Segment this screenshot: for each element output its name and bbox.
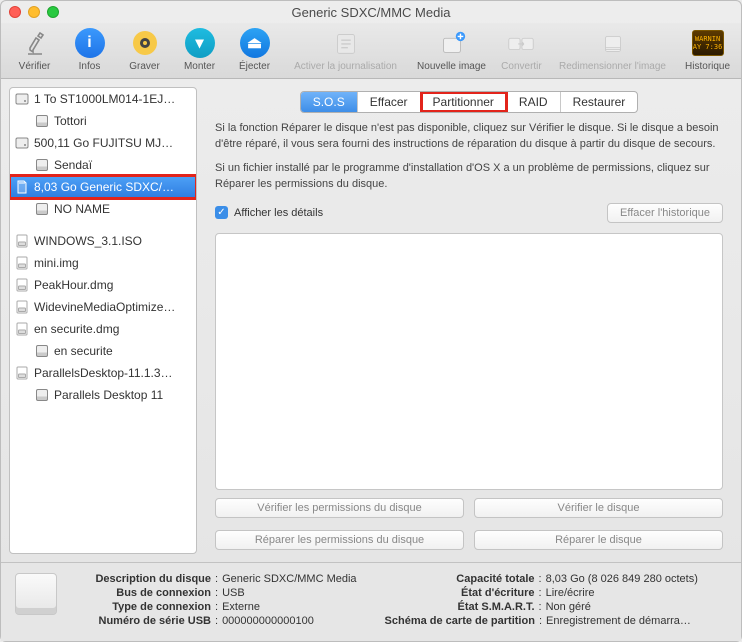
verify-disk-button: Vérifier le disque	[474, 498, 723, 518]
window-title: Generic SDXC/MMC Media	[1, 5, 741, 20]
tab-erase[interactable]: Effacer	[358, 92, 421, 112]
dmg-icon	[14, 321, 30, 337]
dmg-icon	[14, 365, 30, 381]
log-textarea[interactable]	[215, 233, 723, 490]
dmg-icon	[14, 233, 30, 249]
burn-toolbar-button[interactable]: Graver	[119, 27, 170, 72]
vol-icon	[34, 343, 50, 359]
resize-icon	[597, 27, 629, 59]
clear-history-button: Effacer l'historique	[607, 203, 723, 223]
sidebar-item-label: en securite	[54, 344, 113, 358]
mount-icon: ▾	[185, 28, 215, 58]
sidebar-item-label: PeakHour.dmg	[34, 278, 113, 292]
hdd-icon	[14, 135, 30, 151]
eject-toolbar-button[interactable]: ⏏ Éjecter	[229, 27, 280, 72]
tab-bar: S.O.S Effacer Partitionner RAID Restaure…	[205, 91, 733, 113]
dmg-icon	[14, 255, 30, 271]
sidebar-item[interactable]: WINDOWS_3.1.ISO	[10, 230, 196, 252]
tab-sos[interactable]: S.O.S	[301, 92, 358, 112]
microscope-icon	[19, 27, 51, 59]
vol-icon	[34, 113, 50, 129]
sidebar-item-label: ParallelsDesktop-11.1.3…	[34, 366, 173, 380]
sidebar-item[interactable]: mini.img	[10, 252, 196, 274]
sidebar-item[interactable]: 1 To ST1000LM014-1EJ…	[10, 88, 196, 110]
sidebar[interactable]: 1 To ST1000LM014-1EJ… Tottori 500,11 Go FU…	[9, 87, 197, 554]
sidebar-item-label: mini.img	[34, 256, 79, 270]
sidebar-item[interactable]: Parallels Desktop 11	[10, 384, 196, 406]
sidebar-item[interactable]: Tottori	[10, 110, 196, 132]
history-icon: WARNINAY 7:36	[692, 30, 724, 56]
toolbar: Vérifier i Infos Graver ▾ Monter ⏏ Éject…	[1, 23, 741, 79]
sidebar-item-label: 8,03 Go Generic SDXC/…	[34, 180, 174, 194]
info-toolbar-button[interactable]: i Infos	[64, 27, 115, 72]
convert-icon	[505, 27, 537, 59]
titlebar: Generic SDXC/MMC Media	[1, 1, 741, 23]
tab-raid[interactable]: RAID	[507, 92, 561, 112]
verify-permissions-button: Vérifier les permissions du disque	[215, 498, 464, 518]
vol-icon	[34, 201, 50, 217]
new-image-icon	[436, 27, 468, 59]
sidebar-item-label: en securite.dmg	[34, 322, 119, 336]
new-image-toolbar-button[interactable]: Nouvelle image	[411, 27, 492, 72]
hdd-icon	[14, 91, 30, 107]
sidebar-item-label: NO NAME	[54, 202, 110, 216]
vol-icon	[34, 387, 50, 403]
sidebar-item[interactable]: PeakHour.dmg	[10, 274, 196, 296]
sidebar-item[interactable]: WidevineMediaOptimize…	[10, 296, 196, 318]
sd-icon	[14, 179, 30, 195]
sidebar-item-label: Parallels Desktop 11	[54, 388, 163, 402]
sidebar-item-label: WINDOWS_3.1.ISO	[34, 234, 142, 248]
show-details-label: Afficher les détails	[234, 207, 323, 219]
footer: Description du disque:Generic SDXC/MMC M…	[1, 562, 741, 641]
journal-icon	[330, 27, 362, 59]
drive-icon	[15, 573, 57, 615]
mount-toolbar-button[interactable]: ▾ Monter	[174, 27, 225, 72]
history-toolbar-button[interactable]: WARNINAY 7:36 Historique	[682, 27, 733, 72]
main-pane: S.O.S Effacer Partitionner RAID Restaure…	[205, 87, 733, 554]
sidebar-item[interactable]: NO NAME	[10, 198, 196, 220]
dmg-icon	[14, 299, 30, 315]
show-details-checkbox[interactable]: ✓	[215, 206, 228, 219]
sidebar-item[interactable]: 8,03 Go Generic SDXC/…	[10, 176, 196, 198]
help-text-2: Si un fichier installé par le programme …	[205, 161, 733, 193]
sidebar-item[interactable]: en securite	[10, 340, 196, 362]
repair-permissions-button: Réparer les permissions du disque	[215, 530, 464, 550]
sidebar-item-label: Tottori	[54, 114, 87, 128]
sidebar-item[interactable]: en securite.dmg	[10, 318, 196, 340]
repair-disk-button: Réparer le disque	[474, 530, 723, 550]
burn-icon	[129, 27, 161, 59]
sidebar-item[interactable]: 500,11 Go FUJITSU MJ…	[10, 132, 196, 154]
sidebar-item-label: Sendaï	[54, 158, 92, 172]
help-text-1: Si la fonction Réparer le disque n'est p…	[205, 121, 733, 153]
journal-toolbar-button: Activer la journalisation	[284, 27, 407, 72]
sidebar-item-label: 500,11 Go FUJITSU MJ…	[34, 136, 173, 150]
sidebar-item-label: WidevineMediaOptimize…	[34, 300, 175, 314]
tab-restore[interactable]: Restaurer	[561, 92, 638, 112]
resize-toolbar-button: Redimensionner l'image	[551, 27, 674, 72]
sidebar-item[interactable]: ParallelsDesktop-11.1.3…	[10, 362, 196, 384]
sidebar-item-label: 1 To ST1000LM014-1EJ…	[34, 92, 175, 106]
info-icon: i	[75, 28, 105, 58]
convert-toolbar-button: Convertir	[496, 27, 547, 72]
vol-icon	[34, 157, 50, 173]
verify-toolbar-button[interactable]: Vérifier	[9, 27, 60, 72]
sidebar-item[interactable]: Sendaï	[10, 154, 196, 176]
tab-partition[interactable]: Partitionner	[421, 92, 507, 112]
eject-icon: ⏏	[240, 28, 270, 58]
dmg-icon	[14, 277, 30, 293]
